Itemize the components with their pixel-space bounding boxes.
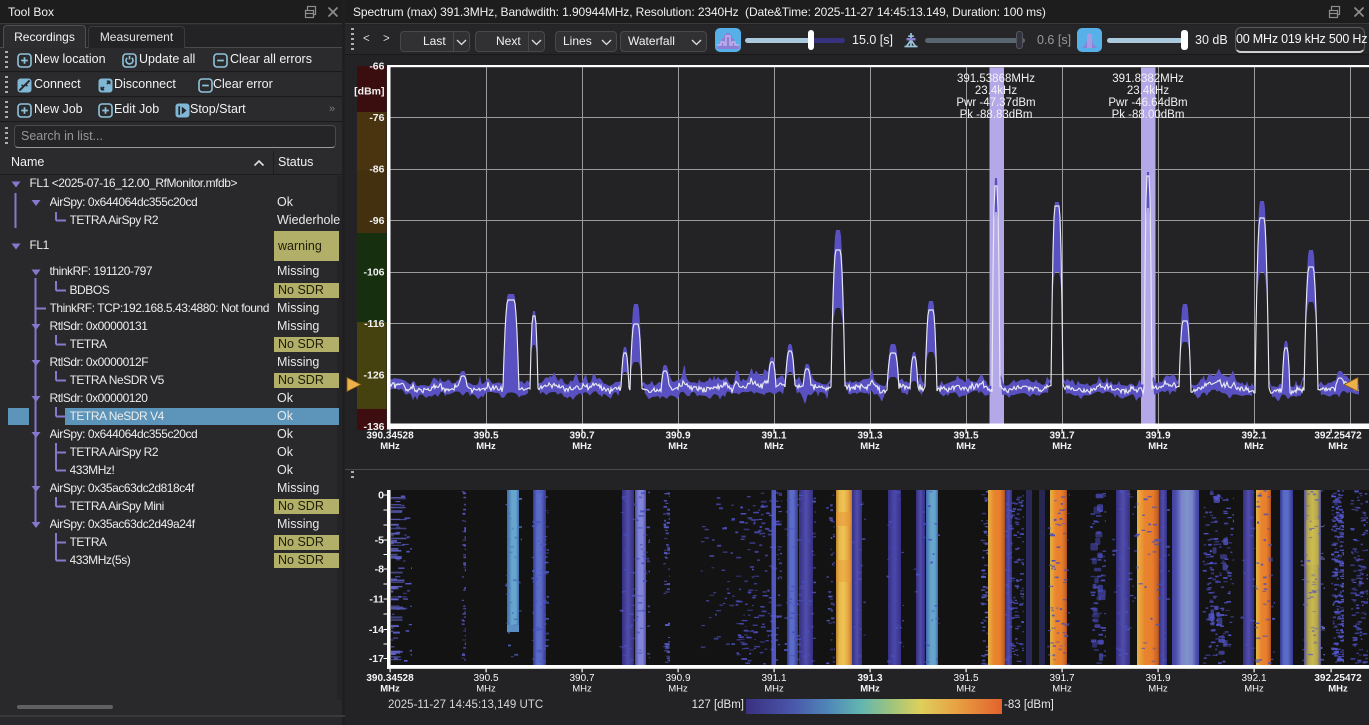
svg-text:391.7: 391.7: [1049, 673, 1074, 684]
svg-text:392.25472: 392.25472: [1314, 673, 1362, 684]
svg-text:-66: -66: [369, 61, 384, 73]
svg-text:391.9: 391.9: [1145, 431, 1170, 442]
svg-text:390.7: 390.7: [569, 431, 594, 442]
svg-text:-17: -17: [369, 653, 384, 665]
svg-text:-5: -5: [375, 535, 384, 547]
svg-text:391.1: 391.1: [761, 673, 786, 684]
svg-text:392.1: 392.1: [1241, 431, 1266, 442]
svg-text:391.53868MHz: 391.53868MHz: [957, 73, 1035, 85]
svg-text:MHz: MHz: [380, 684, 400, 695]
svg-text:392.25472: 392.25472: [1314, 431, 1362, 442]
svg-text:MHz: MHz: [764, 441, 784, 452]
svg-text:MHz: MHz: [956, 441, 976, 452]
svg-text:MHz: MHz: [668, 441, 688, 452]
svg-text:MHz: MHz: [1328, 684, 1348, 695]
svg-text:MHz: MHz: [1244, 441, 1264, 452]
svg-text:-106: -106: [363, 267, 384, 279]
svg-text:Pwr -47.37dBm: Pwr -47.37dBm: [956, 97, 1035, 109]
svg-text:392.1: 392.1: [1241, 673, 1266, 684]
svg-text:MHz: MHz: [380, 441, 400, 452]
svg-text:23.4kHz: 23.4kHz: [1127, 85, 1169, 97]
svg-text:-14: -14: [369, 624, 384, 636]
svg-text:MHz: MHz: [572, 441, 592, 452]
svg-text:Pk -88.83dBm: Pk -88.83dBm: [960, 109, 1033, 121]
svg-text:391.1: 391.1: [761, 431, 786, 442]
svg-text:Pk -88.00dBm: Pk -88.00dBm: [1112, 109, 1185, 121]
svg-text:MHz: MHz: [476, 684, 496, 695]
svg-text:391.5: 391.5: [953, 431, 978, 442]
svg-text:MHz: MHz: [956, 684, 976, 695]
svg-text:390.9: 390.9: [665, 431, 690, 442]
svg-text:-76: -76: [369, 112, 384, 124]
svg-text:MHz: MHz: [1244, 684, 1264, 695]
svg-text:MHz: MHz: [1052, 441, 1072, 452]
svg-text:-96: -96: [369, 215, 384, 227]
svg-text:-126: -126: [363, 370, 384, 382]
svg-text:391.3: 391.3: [857, 673, 882, 684]
svg-text:MHz: MHz: [860, 684, 880, 695]
svg-text:390.34528: 390.34528: [366, 673, 414, 684]
svg-text:390.34528: 390.34528: [366, 431, 414, 442]
svg-text:MHz: MHz: [476, 441, 496, 452]
svg-text:391.3: 391.3: [857, 431, 882, 442]
svg-text:MHz: MHz: [1148, 684, 1168, 695]
svg-text:0: 0: [378, 490, 384, 502]
svg-text:MHz: MHz: [860, 441, 880, 452]
svg-text:390.7: 390.7: [569, 673, 594, 684]
svg-text:391.9: 391.9: [1145, 673, 1170, 684]
svg-text:-116: -116: [364, 318, 385, 330]
svg-text:23.4kHz: 23.4kHz: [975, 85, 1017, 97]
svg-text:-8: -8: [375, 564, 384, 576]
svg-text:MHz: MHz: [1148, 441, 1168, 452]
svg-text:Pwr -46.64dBm: Pwr -46.64dBm: [1108, 97, 1187, 109]
svg-text:390.5: 390.5: [473, 431, 498, 442]
svg-text:MHz: MHz: [572, 684, 592, 695]
svg-text:391.5: 391.5: [953, 673, 978, 684]
svg-text:MHz: MHz: [764, 684, 784, 695]
svg-text:[dBm]: [dBm]: [354, 86, 384, 98]
svg-text:391.8382MHz: 391.8382MHz: [1112, 73, 1184, 85]
svg-text:-86: -86: [369, 164, 384, 176]
svg-text:-11: -11: [369, 594, 384, 606]
svg-text:390.5: 390.5: [473, 673, 498, 684]
svg-text:MHz: MHz: [1052, 684, 1072, 695]
svg-text:MHz: MHz: [1328, 441, 1348, 452]
svg-text:391.7: 391.7: [1049, 431, 1074, 442]
svg-text:MHz: MHz: [668, 684, 688, 695]
svg-text:390.9: 390.9: [665, 673, 690, 684]
